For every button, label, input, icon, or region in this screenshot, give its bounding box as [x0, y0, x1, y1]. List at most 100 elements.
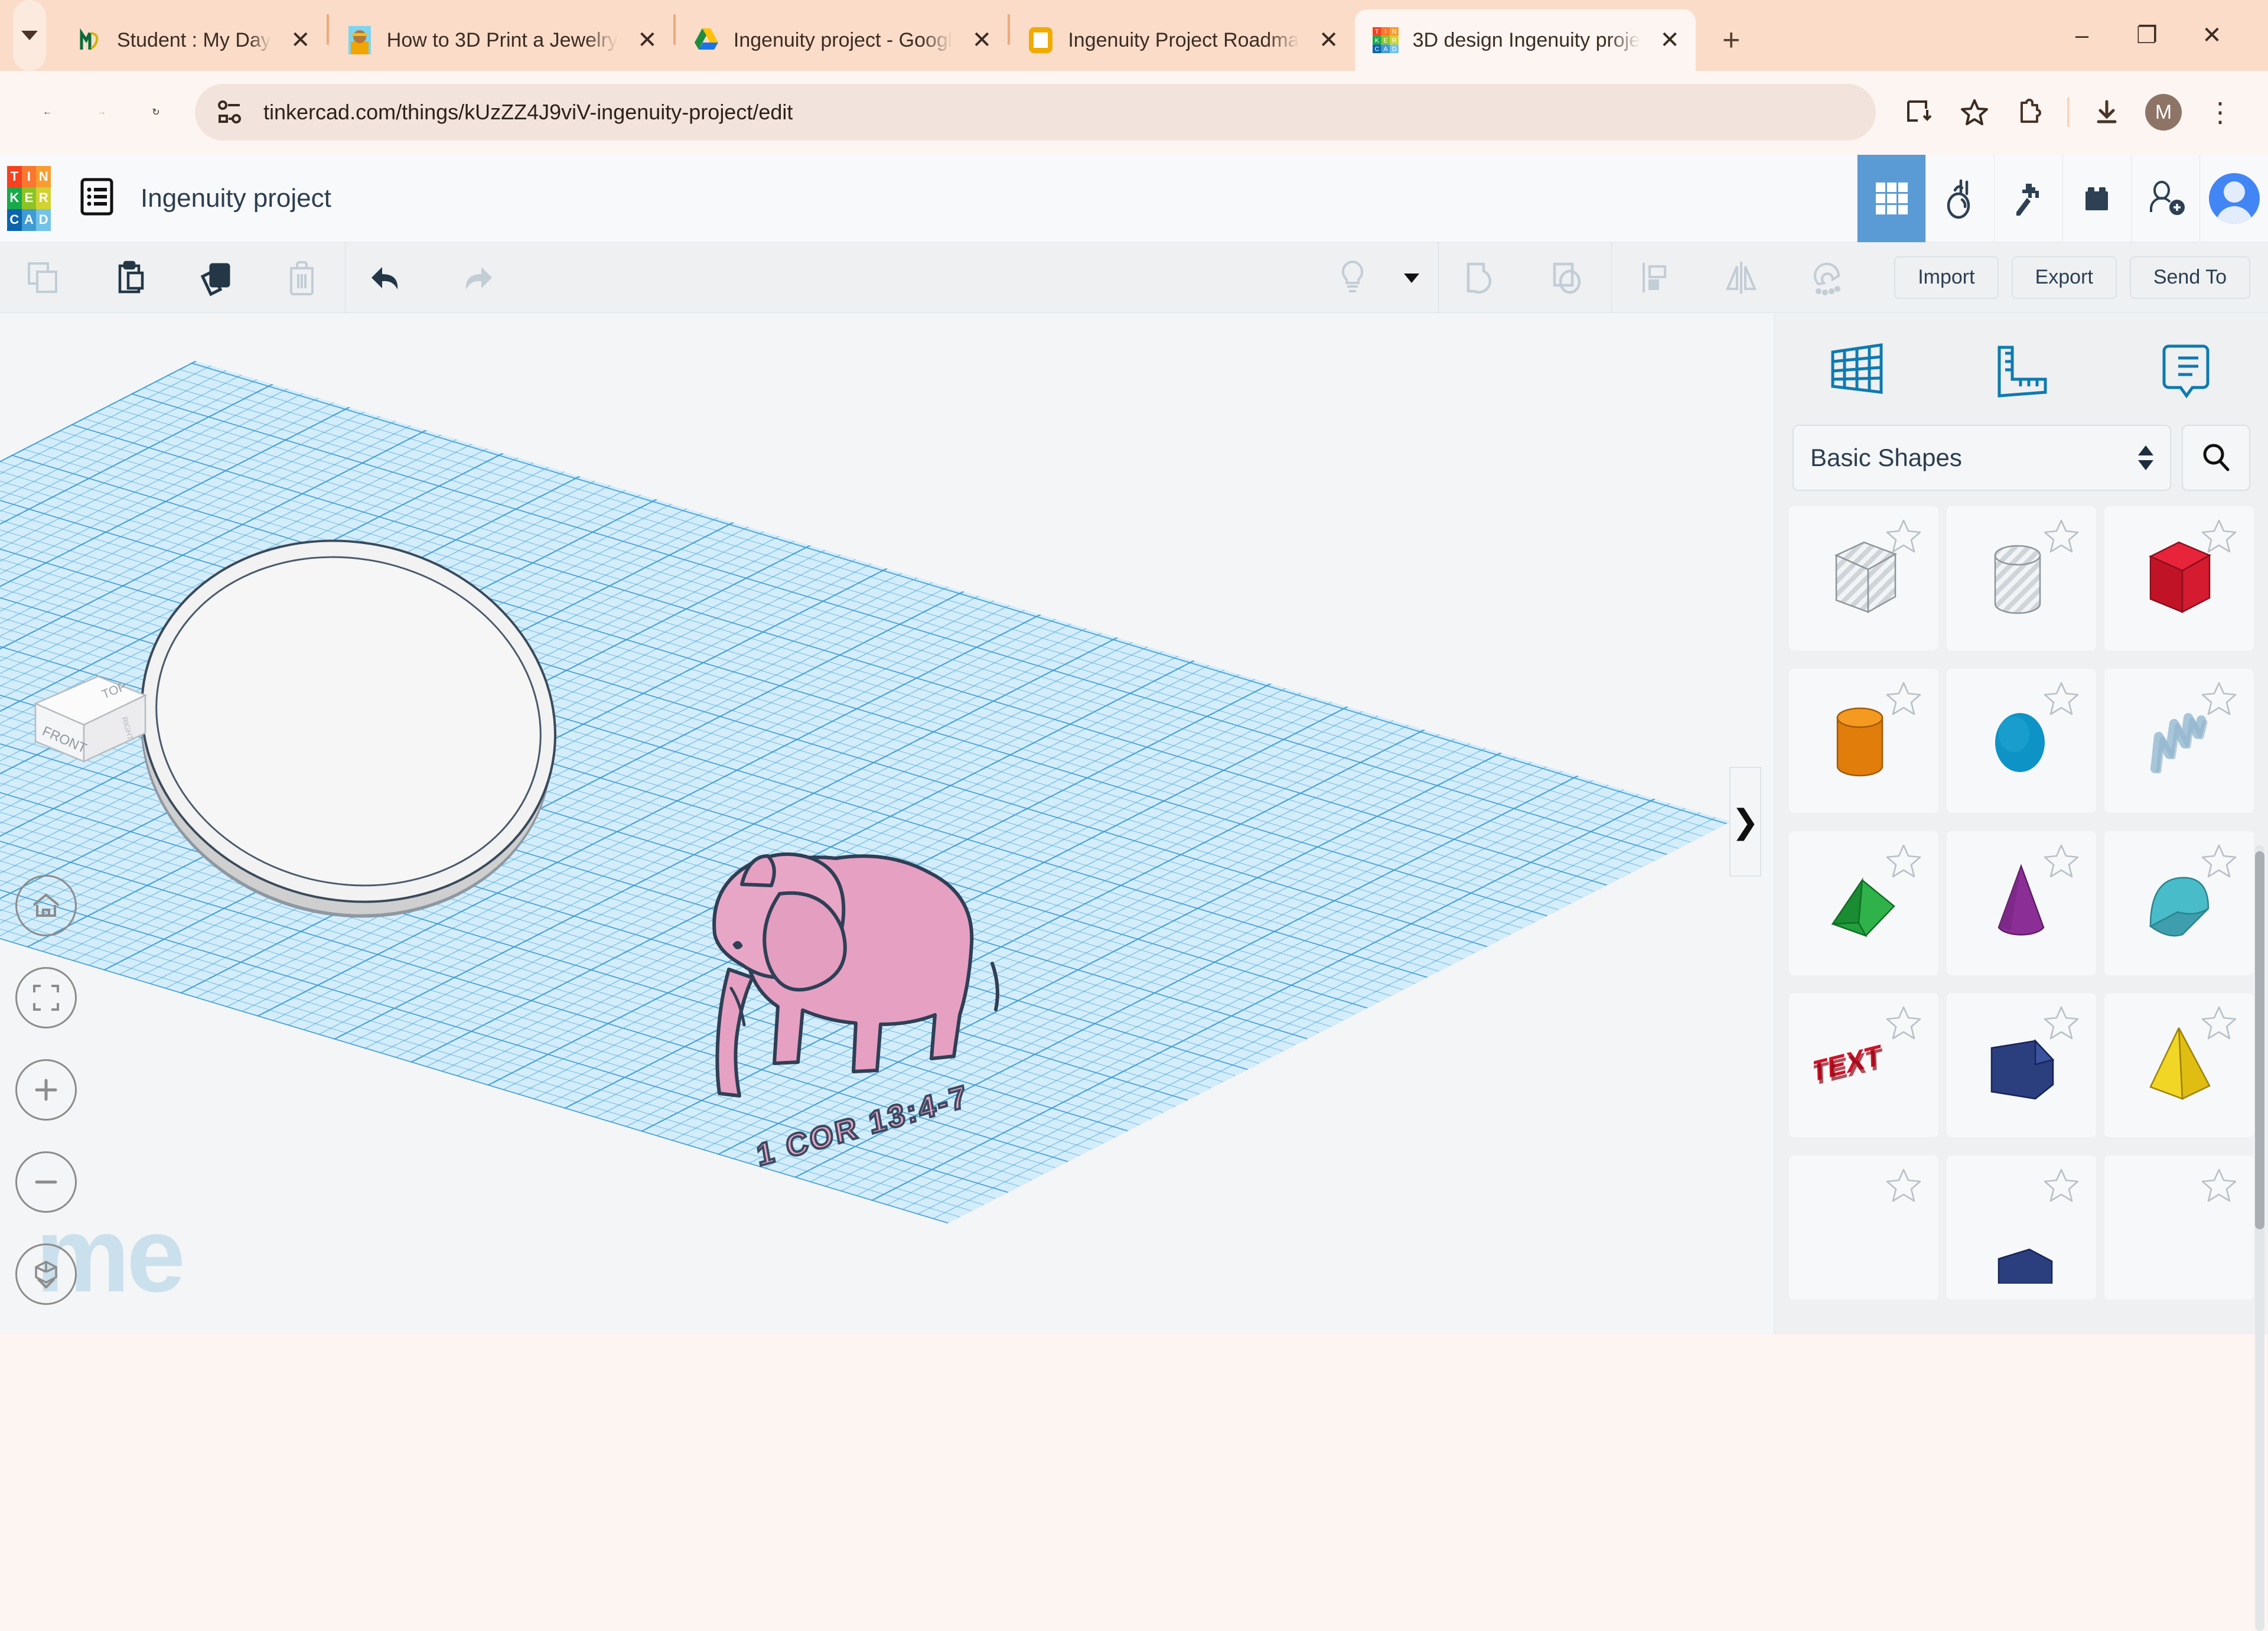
favorite-star-icon[interactable]	[2199, 679, 2238, 718]
page-title: Ingenuity project	[141, 183, 331, 213]
align-icon[interactable]	[1612, 242, 1698, 313]
install-app-icon[interactable]	[1894, 87, 1944, 138]
browser-tab-2[interactable]: Ingenuity project - Googl ✕	[676, 9, 1008, 71]
close-icon[interactable]: ✕	[1652, 22, 1687, 58]
group-shapes-icon[interactable]	[1439, 242, 1525, 313]
window-controls: – ❐ ✕	[2049, 0, 2268, 71]
shape-item-wedge[interactable]	[1947, 993, 2096, 1138]
lego-brick-icon[interactable]	[2062, 154, 2131, 242]
favorite-star-icon[interactable]	[1884, 1004, 1923, 1043]
close-icon[interactable]: ✕	[283, 22, 318, 58]
grid-plane-icon[interactable]	[1775, 340, 1939, 398]
favorite-star-icon[interactable]	[2042, 517, 2081, 556]
redo-arrow-icon[interactable]	[432, 242, 518, 313]
browser-tab-3[interactable]: Ingenuity Project Roadma ✕	[1010, 9, 1354, 71]
fit-frame-icon[interactable]	[15, 967, 77, 1028]
import-button[interactable]: Import	[1894, 256, 1999, 299]
svg-text:I: I	[1384, 28, 1386, 35]
magnet-icon[interactable]	[1784, 242, 1871, 313]
favorite-star-icon[interactable]	[2042, 1004, 2081, 1043]
home-icon[interactable]	[15, 875, 77, 936]
caret-down-icon[interactable]	[1385, 242, 1438, 313]
site-settings-icon[interactable]	[213, 95, 248, 130]
shape-item-sphere[interactable]	[1947, 668, 2096, 813]
shape-item-roof[interactable]	[1789, 831, 1938, 975]
hand-apple-icon[interactable]	[1925, 154, 1994, 242]
maximize-button[interactable]: ❐	[2114, 0, 2179, 71]
forward-icon[interactable]: →	[74, 85, 129, 139]
close-icon[interactable]: ✕	[1311, 22, 1347, 58]
mirror-icon[interactable]	[1698, 242, 1784, 313]
browser-tab-0[interactable]: Student : My Day ✕	[59, 9, 327, 71]
favorite-star-icon[interactable]	[2042, 842, 2081, 881]
favorite-star-icon[interactable]	[1884, 679, 1923, 718]
shape-item-half-sphere[interactable]	[2104, 831, 2254, 975]
reload-icon[interactable]: ↻	[129, 85, 183, 139]
bookmark-star-icon[interactable]	[1949, 87, 2000, 138]
favorite-star-icon[interactable]	[2042, 1166, 2081, 1205]
extensions-icon[interactable]	[2005, 87, 2055, 138]
shape-item-cylinder-hole[interactable]	[1947, 506, 2096, 650]
favorite-star-icon[interactable]	[2042, 679, 2081, 718]
shape-item-text[interactable]: TEXT TEXT	[1789, 993, 1938, 1138]
tinkercad-logo[interactable]: T I N K E R C A D	[7, 165, 51, 231]
svg-text:D: D	[1392, 46, 1396, 53]
person-add-icon[interactable]	[2131, 154, 2199, 242]
plus-icon[interactable]	[15, 1059, 77, 1121]
lightbulb-icon[interactable]	[1320, 242, 1385, 313]
shape-item-cylinder[interactable]	[1789, 668, 1938, 813]
downloads-icon[interactable]	[2081, 87, 2132, 138]
ungroup-shapes-icon[interactable]	[1525, 242, 1611, 313]
chevron-right-icon[interactable]: ❯	[1729, 767, 1761, 877]
browser-tab-1[interactable]: How to 3D Print a Jewelry ✕	[329, 9, 673, 71]
copy-icon[interactable]	[0, 242, 86, 313]
cube-flatten-icon[interactable]	[15, 1243, 77, 1305]
elephant-model[interactable]	[602, 786, 1040, 1141]
trash-icon[interactable]	[259, 242, 345, 313]
minus-icon[interactable]	[15, 1151, 77, 1213]
note-callout-icon[interactable]	[2104, 340, 2268, 398]
shape-item-box-hole[interactable]	[1789, 506, 1938, 650]
favorite-star-icon[interactable]	[1884, 517, 1923, 556]
shape-item-row4-a[interactable]	[1789, 1155, 1938, 1300]
search-icon[interactable]	[2182, 425, 2250, 491]
ruler-icon[interactable]	[1939, 340, 2103, 398]
avatar[interactable]: M	[2145, 94, 2182, 131]
browser-tab-4-active[interactable]: TIN KER CAD 3D design Ingenuity proje ✕	[1354, 9, 1696, 71]
project-menu-button[interactable]	[80, 178, 113, 219]
close-icon[interactable]: ✕	[964, 22, 999, 58]
3d-viewport[interactable]: me 1 COR 13:4-7 TOP FRONT RIGHT	[0, 314, 1774, 1334]
new-tab-button[interactable]: +	[1706, 15, 1756, 65]
shape-item-box[interactable]	[2104, 506, 2254, 650]
paste-icon[interactable]	[86, 242, 172, 313]
shape-item-pyramid[interactable]	[2104, 993, 2254, 1138]
tab-search-button[interactable]	[0, 0, 59, 71]
address-bar[interactable]: tinkercad.com/things/kUzZZ4J9viV-ingenui…	[195, 84, 1876, 141]
window-close-button[interactable]: ✕	[2179, 0, 2244, 71]
favorite-star-icon[interactable]	[2199, 842, 2238, 881]
close-icon[interactable]: ✕	[630, 22, 665, 58]
undo-arrow-icon[interactable]	[346, 242, 432, 313]
export-button[interactable]: Export	[2011, 256, 2117, 299]
shape-item-row4-b[interactable]	[1947, 1155, 2096, 1300]
logo-cell-5: R	[36, 187, 51, 209]
panel-scrollbar-thumb[interactable]	[2255, 851, 2264, 1229]
browser-menu-icon[interactable]: ⋮	[2195, 87, 2246, 138]
view-cube[interactable]: TOP FRONT RIGHT	[27, 668, 151, 780]
back-icon[interactable]: ←	[20, 85, 74, 139]
shape-category-select[interactable]: Basic Shapes	[1793, 425, 2171, 491]
favorite-star-icon[interactable]	[2199, 1004, 2238, 1043]
favorite-star-icon[interactable]	[2199, 517, 2238, 556]
shape-item-row4-c[interactable]	[2104, 1155, 2254, 1300]
apps-grid-icon[interactable]	[1857, 154, 1925, 242]
favorite-star-icon[interactable]	[2199, 1166, 2238, 1205]
send-to-button[interactable]: Send To	[2129, 256, 2250, 299]
shape-item-cone[interactable]	[1947, 831, 2096, 975]
duplicate-icon[interactable]	[172, 242, 259, 313]
favorite-star-icon[interactable]	[1884, 1166, 1923, 1205]
pickaxe-icon[interactable]	[1994, 154, 2062, 242]
user-avatar[interactable]	[2199, 154, 2268, 242]
shape-item-scribble[interactable]	[2104, 668, 2254, 813]
favorite-star-icon[interactable]	[1884, 842, 1923, 881]
minimize-button[interactable]: –	[2049, 0, 2114, 71]
